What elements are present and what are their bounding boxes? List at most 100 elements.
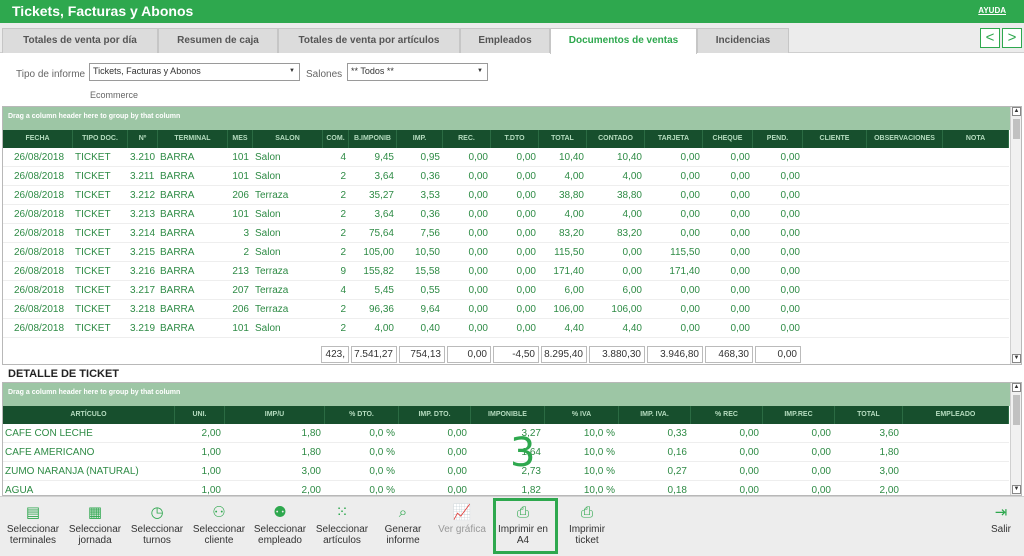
- exit-button[interactable]: ⇥ Salir: [972, 500, 1024, 554]
- column-header[interactable]: MES: [228, 130, 253, 148]
- column-header[interactable]: B.IMPONIB: [349, 130, 397, 148]
- tab-totales-dia[interactable]: Totales de venta por día: [2, 28, 158, 53]
- table-cell: 0,00: [680, 323, 700, 334]
- column-header[interactable]: COM.: [323, 130, 349, 148]
- table-cell: CAFE CON LECHE: [5, 428, 93, 439]
- group-by-hint: Drag a column header here to group by th…: [3, 107, 1021, 130]
- column-header[interactable]: TERMINAL: [158, 130, 228, 148]
- table-cell: 0,00: [811, 428, 831, 439]
- tipo-informe-select[interactable]: Tickets, Facturas y Abonos ▼: [89, 63, 300, 81]
- table-cell: 0,0 %: [369, 447, 395, 458]
- column-header[interactable]: TARJETA: [645, 130, 703, 148]
- table-cell: 3,00: [879, 466, 899, 477]
- column-header[interactable]: FECHA: [3, 130, 73, 148]
- tab-documentos-ventas[interactable]: Documentos de ventas: [550, 28, 697, 54]
- column-header[interactable]: CHEQUE: [703, 130, 753, 148]
- ecommerce-label[interactable]: Ecommerce: [90, 90, 138, 100]
- table-cell: 106,00: [553, 304, 584, 315]
- column-header[interactable]: UNI.: [175, 406, 225, 424]
- table-cell: Terraza: [255, 266, 289, 277]
- table-cell: Salon: [255, 323, 281, 334]
- column-header[interactable]: REC.: [443, 130, 491, 148]
- column-header[interactable]: TOTAL: [539, 130, 587, 148]
- column-header[interactable]: IMP. IVA.: [619, 406, 691, 424]
- column-header[interactable]: T.DTO: [491, 130, 539, 148]
- column-header[interactable]: ARTÍCULO: [3, 406, 175, 424]
- tab-totales-articulos[interactable]: Totales de venta por artículos: [278, 28, 460, 53]
- table-cell: BARRA: [160, 285, 195, 296]
- table-cell: 0,00: [780, 190, 800, 201]
- table-cell: 2: [340, 247, 346, 258]
- scroll-down-icon[interactable]: ▼: [1012, 485, 1021, 494]
- table-cell: Terraza: [255, 190, 289, 201]
- column-header[interactable]: % IVA: [545, 406, 619, 424]
- toolbar-button[interactable]: ⁙ Seleccionar artículos: [313, 500, 371, 554]
- column-header[interactable]: IMP/U: [225, 406, 325, 424]
- prev-button[interactable]: <: [980, 28, 1000, 48]
- column-header[interactable]: IMP.REC: [763, 406, 835, 424]
- table-cell: 0,00: [730, 209, 750, 220]
- table-cell: 0,36: [420, 209, 440, 220]
- column-header[interactable]: CLIENTE: [803, 130, 867, 148]
- help-link[interactable]: AYUDA: [978, 6, 1006, 15]
- table-cell: BARRA: [160, 323, 195, 334]
- table-cell: 2: [340, 323, 346, 334]
- table-cell: Salon: [255, 152, 281, 163]
- table-cell: 15,58: [414, 266, 440, 277]
- table-cell: 115,50: [554, 247, 584, 258]
- column-header[interactable]: SALON: [253, 130, 323, 148]
- scroll-down-icon[interactable]: ▼: [1012, 354, 1021, 363]
- column-header[interactable]: CONTADO: [587, 130, 645, 148]
- column-header[interactable]: TOTAL: [835, 406, 903, 424]
- toolbar-button: 📈 Ver gráfica: [433, 500, 491, 554]
- column-header[interactable]: IMPONIBLE: [471, 406, 545, 424]
- table-cell: 0,00: [468, 228, 488, 239]
- table-cell: TICKET: [75, 228, 111, 239]
- table-cell: 2,00: [201, 428, 221, 439]
- column-header[interactable]: Nº: [128, 130, 158, 148]
- scroll-up-icon[interactable]: ▲: [1012, 107, 1021, 116]
- scroll-up-icon[interactable]: ▲: [1012, 383, 1021, 392]
- column-header[interactable]: PEND.: [753, 130, 803, 148]
- vertical-scrollbar[interactable]: ▲ ▼: [1010, 107, 1021, 364]
- tab-incidencias[interactable]: Incidencias: [697, 28, 789, 53]
- table-cell: 0,00: [730, 285, 750, 296]
- column-header[interactable]: IMP.: [397, 130, 443, 148]
- scroll-thumb[interactable]: [1013, 395, 1020, 425]
- toolbar-button[interactable]: ◷ Seleccionar turnos: [128, 500, 186, 554]
- table-cell: Salon: [255, 228, 281, 239]
- table-cell: 0,00: [468, 266, 488, 277]
- toolbar-button[interactable]: ▤ Seleccionar terminales: [4, 500, 62, 554]
- table-cell: 10,0 %: [583, 466, 615, 477]
- next-button[interactable]: >: [1002, 28, 1022, 48]
- column-header[interactable]: NOTA: [943, 130, 1009, 148]
- table-cell: TICKET: [75, 323, 111, 334]
- toolbar-button[interactable]: ⌕ Generar informe: [374, 500, 432, 554]
- table-cell: 1,00: [201, 485, 221, 496]
- table-cell: 26/08/2018: [14, 209, 65, 220]
- table-cell: 0,00: [516, 152, 536, 163]
- vertical-scrollbar[interactable]: ▲ ▼: [1010, 383, 1021, 495]
- table-cell: TICKET: [75, 285, 111, 296]
- column-header[interactable]: % DTO.: [325, 406, 399, 424]
- toolbar-button[interactable]: ⚉ Seleccionar empleado: [251, 500, 309, 554]
- scroll-thumb[interactable]: [1013, 119, 1020, 139]
- column-header[interactable]: OBSERVACIONES: [867, 130, 943, 148]
- column-header[interactable]: % REC: [691, 406, 763, 424]
- column-header[interactable]: TIPO DOC.: [73, 130, 128, 148]
- column-header[interactable]: IMP. DTO.: [399, 406, 471, 424]
- table-cell: 0,00: [780, 228, 800, 239]
- toolbar-button-label: Seleccionar turnos: [130, 524, 184, 546]
- toolbar-button[interactable]: ⎙ Imprimir ticket: [558, 500, 616, 554]
- toolbar-button[interactable]: ⚇ Seleccionar cliente: [190, 500, 248, 554]
- table-cell: 0,00: [468, 209, 488, 220]
- table-cell: Salon: [255, 171, 281, 182]
- tab-resumen-caja[interactable]: Resumen de caja: [158, 28, 278, 53]
- salones-select[interactable]: ** Todos ** ▼: [347, 63, 488, 81]
- tab-empleados[interactable]: Empleados: [460, 28, 550, 53]
- toolbar-button[interactable]: ▦ Seleccionar jornada: [66, 500, 124, 554]
- column-header[interactable]: EMPLEADO: [903, 406, 1009, 424]
- salones-value: ** Todos **: [351, 66, 394, 76]
- table-cell: 0,18: [667, 485, 687, 496]
- table-cell: 2: [340, 228, 346, 239]
